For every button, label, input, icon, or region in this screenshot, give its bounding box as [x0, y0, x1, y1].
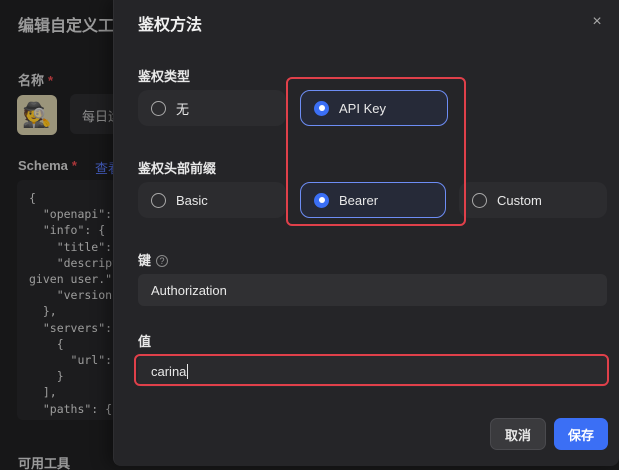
- key-label: 键?: [138, 250, 169, 269]
- auth-method-drawer: 鉴权方法 × 鉴权类型 无 API Key 鉴权头部前缀 Basic Beare…: [113, 0, 619, 466]
- radio-checked-icon: [314, 100, 329, 116]
- prefix-bearer-label: Bearer: [339, 192, 379, 208]
- header-prefix-label: 鉴权头部前缀: [138, 161, 217, 176]
- auth-type-label: 鉴权类型: [138, 69, 191, 84]
- radio-icon: [472, 192, 487, 208]
- prefix-bearer-option[interactable]: Bearer: [300, 182, 446, 218]
- auth-type-api-key-option[interactable]: API Key: [300, 90, 448, 126]
- text-caret: [187, 363, 189, 379]
- prefix-basic-option[interactable]: Basic: [138, 182, 286, 218]
- help-icon[interactable]: ?: [156, 255, 169, 267]
- key-input[interactable]: Authorization: [138, 274, 607, 306]
- prefix-basic-label: Basic: [176, 192, 208, 208]
- auth-type-none-option[interactable]: 无: [138, 90, 286, 126]
- radio-icon: [151, 192, 166, 208]
- value-input[interactable]: carina: [138, 355, 607, 387]
- radio-icon: [151, 100, 166, 116]
- prefix-custom-option[interactable]: Custom: [459, 182, 607, 218]
- auth-type-api-key-label: API Key: [339, 100, 386, 116]
- value-input-text: carina: [151, 363, 187, 379]
- auth-type-none-label: 无: [176, 101, 190, 117]
- radio-checked-icon: [314, 192, 329, 208]
- close-icon[interactable]: ×: [587, 12, 607, 32]
- prefix-custom-label: Custom: [497, 192, 542, 208]
- value-label: 值: [138, 334, 152, 349]
- cancel-button[interactable]: 取消: [490, 418, 546, 450]
- drawer-title: 鉴权方法: [138, 17, 203, 34]
- save-button[interactable]: 保存: [554, 418, 608, 450]
- key-label-text: 键: [138, 253, 152, 268]
